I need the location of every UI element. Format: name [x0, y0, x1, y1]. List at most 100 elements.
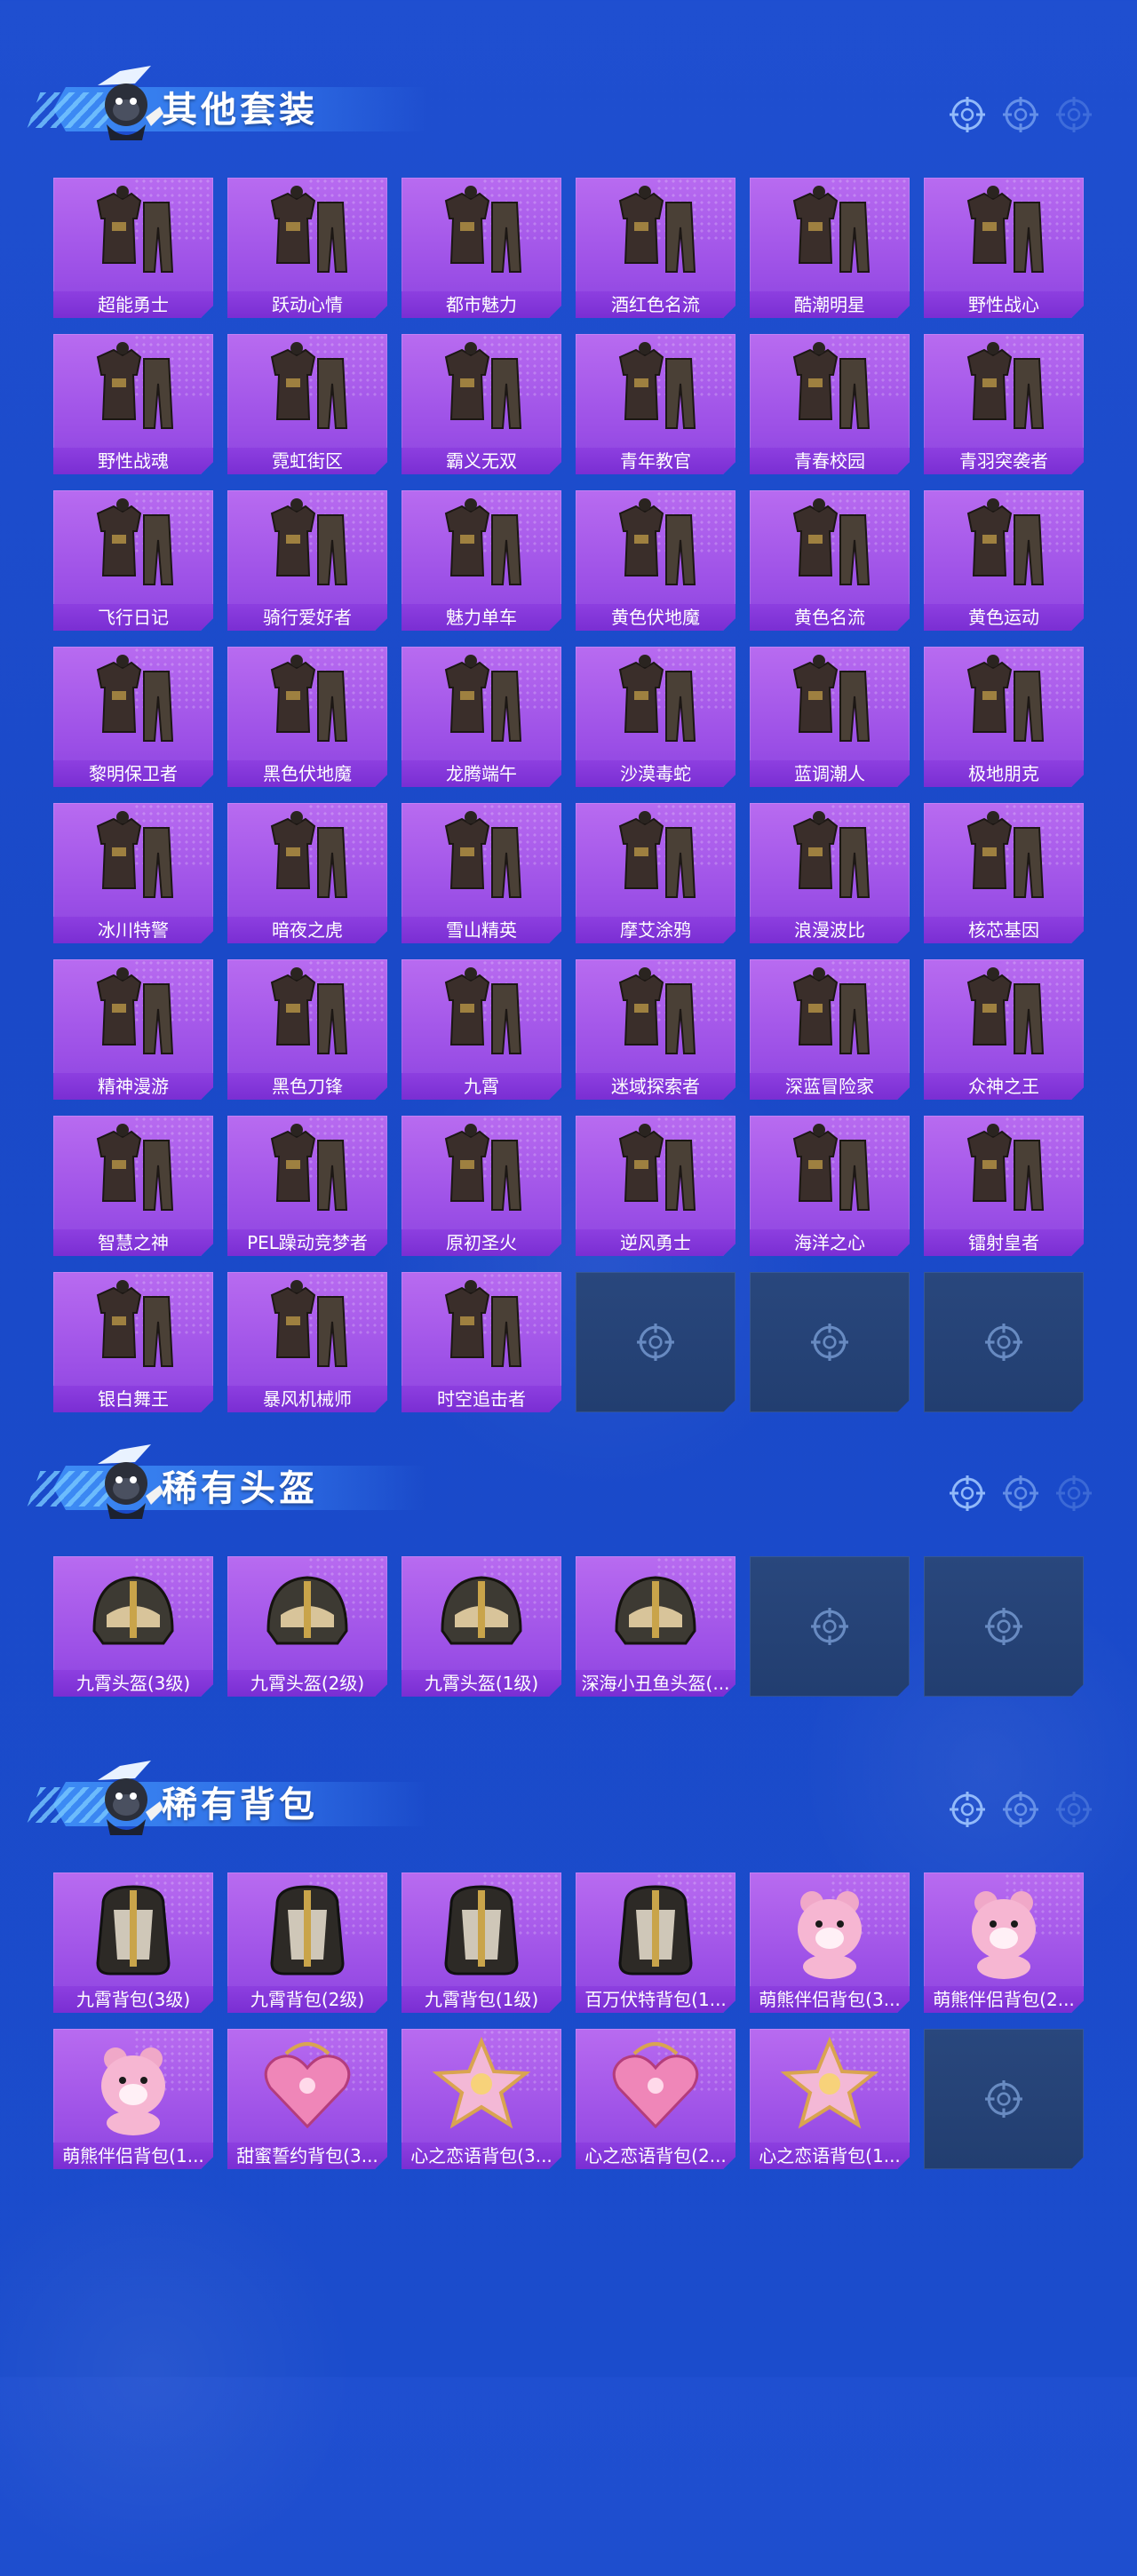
bear-backpack-icon	[71, 2034, 195, 2139]
item-card[interactable]: 甜蜜誓约背包(3...	[227, 2029, 387, 2169]
outfit-icon	[245, 1121, 370, 1226]
item-card[interactable]: 极地朋克	[924, 647, 1084, 787]
item-name: 众神之王	[924, 1073, 1084, 1100]
item-card[interactable]: 魅力单车	[402, 490, 561, 631]
item-card[interactable]: 心之恋语背包(2...	[576, 2029, 735, 2169]
item-card[interactable]: 黎明保卫者	[53, 647, 213, 787]
item-card[interactable]: 银白舞王	[53, 1272, 213, 1412]
item-card[interactable]: 九霄背包(1级)	[402, 1872, 561, 2013]
outfit-icon	[767, 496, 892, 600]
crosshair-decoration	[949, 1475, 1093, 1512]
item-card[interactable]: 九霄	[402, 959, 561, 1100]
outfit-icon	[71, 496, 195, 600]
item-card[interactable]: 霸义无双	[402, 334, 561, 474]
item-card[interactable]: 沙漠毒蛇	[576, 647, 735, 787]
item-card[interactable]: 黄色伏地魔	[576, 490, 735, 631]
item-card[interactable]: PEL躁动竞梦者	[227, 1116, 387, 1256]
item-card[interactable]: 冰川特警	[53, 803, 213, 943]
outfit-icon	[942, 808, 1066, 913]
outfit-icon	[419, 1121, 544, 1226]
item-card[interactable]: 霓虹街区	[227, 334, 387, 474]
item-card[interactable]: 黄色运动	[924, 490, 1084, 631]
item-card[interactable]: 青年教官	[576, 334, 735, 474]
item-name: 野性战心	[924, 291, 1084, 318]
item-card[interactable]: 跃动心情	[227, 178, 387, 318]
item-card[interactable]: 蓝调潮人	[750, 647, 910, 787]
item-card[interactable]: 青羽突袭者	[924, 334, 1084, 474]
outfit-icon	[419, 339, 544, 444]
item-card[interactable]: 都市魅力	[402, 178, 561, 318]
heart-backpack-icon	[593, 2034, 718, 2139]
item-card[interactable]: 黑色伏地魔	[227, 647, 387, 787]
item-name: 萌熊伴侣背包(3...	[750, 1986, 910, 2013]
item-name: 跃动心情	[227, 291, 387, 318]
empty-slot-crosshair-icon	[984, 1607, 1023, 1646]
item-name: 极地朋克	[924, 760, 1084, 787]
item-card[interactable]: 海洋之心	[750, 1116, 910, 1256]
item-card[interactable]: 黄色名流	[750, 490, 910, 631]
empty-slot-crosshair-icon	[636, 1323, 675, 1362]
item-card[interactable]: 心之恋语背包(1...	[750, 2029, 910, 2169]
item-card[interactable]: 青春校园	[750, 334, 910, 474]
item-card[interactable]: 时空追击者	[402, 1272, 561, 1412]
star-backpack-icon	[419, 2034, 544, 2139]
item-card[interactable]: 心之恋语背包(3...	[402, 2029, 561, 2169]
item-card[interactable]: 雪山精英	[402, 803, 561, 943]
item-name: 迷域探索者	[576, 1073, 735, 1100]
item-card[interactable]: 骑行爱好者	[227, 490, 387, 631]
item-card[interactable]: 镭射皇者	[924, 1116, 1084, 1256]
background-glow	[373, 1030, 835, 1492]
item-card[interactable]: 九霄背包(2级)	[227, 1872, 387, 2013]
item-card[interactable]: 迷域探索者	[576, 959, 735, 1100]
item-card[interactable]: 百万伏特背包(1...	[576, 1872, 735, 2013]
item-card[interactable]: 龙腾端午	[402, 647, 561, 787]
item-card[interactable]: 九霄头盔(1级)	[402, 1556, 561, 1697]
mascot-icon	[98, 66, 163, 140]
item-name: 九霄头盔(2级)	[227, 1670, 387, 1697]
outfit-icon	[245, 1277, 370, 1382]
item-card[interactable]: 精神漫游	[53, 959, 213, 1100]
bear-backpack-icon	[942, 1878, 1066, 1983]
item-card[interactable]: 酒红色名流	[576, 178, 735, 318]
item-card[interactable]: 摩艾涂鸦	[576, 803, 735, 943]
item-name: 黄色运动	[924, 604, 1084, 631]
item-card[interactable]: 超能勇士	[53, 178, 213, 318]
item-name: 原初圣火	[402, 1229, 561, 1256]
item-name: 时空追击者	[402, 1386, 561, 1412]
item-card[interactable]: 浪漫波比	[750, 803, 910, 943]
outfit-icon	[942, 496, 1066, 600]
item-card[interactable]: 九霄背包(3级)	[53, 1872, 213, 2013]
empty-slot-crosshair-icon	[984, 2079, 1023, 2119]
item-card[interactable]: 原初圣火	[402, 1116, 561, 1256]
item-card[interactable]: 九霄头盔(3级)	[53, 1556, 213, 1697]
section-header: 其他套装	[27, 53, 1110, 151]
item-name: 青春校园	[750, 448, 910, 474]
item-name: 萌熊伴侣背包(1...	[53, 2143, 213, 2169]
item-card[interactable]: 酷潮明星	[750, 178, 910, 318]
item-card[interactable]: 野性战心	[924, 178, 1084, 318]
crosshair-decoration	[949, 1791, 1093, 1828]
item-card[interactable]: 黑色刀锋	[227, 959, 387, 1100]
item-card[interactable]: 萌熊伴侣背包(2...	[924, 1872, 1084, 2013]
crosshair-icon	[1056, 97, 1092, 132]
item-name: 飞行日记	[53, 604, 213, 631]
empty-slot-crosshair-icon	[810, 1323, 849, 1362]
item-card[interactable]: 深蓝冒险家	[750, 959, 910, 1100]
outfit-icon	[71, 965, 195, 1069]
outfit-icon	[593, 965, 718, 1069]
crosshair-icon	[1003, 1792, 1038, 1827]
item-card[interactable]: 萌熊伴侣背包(3...	[750, 1872, 910, 2013]
item-card[interactable]: 暴风机械师	[227, 1272, 387, 1412]
item-card[interactable]: 核芯基因	[924, 803, 1084, 943]
item-card[interactable]: 九霄头盔(2级)	[227, 1556, 387, 1697]
item-card[interactable]: 众神之王	[924, 959, 1084, 1100]
item-card[interactable]: 逆风勇士	[576, 1116, 735, 1256]
item-card[interactable]: 暗夜之虎	[227, 803, 387, 943]
item-card[interactable]: 飞行日记	[53, 490, 213, 631]
item-card[interactable]: 野性战魂	[53, 334, 213, 474]
item-name: 冰川特警	[53, 917, 213, 943]
heart-backpack-icon	[245, 2034, 370, 2139]
item-card[interactable]: 智慧之神	[53, 1116, 213, 1256]
item-card[interactable]: 深海小丑鱼头盔(...	[576, 1556, 735, 1697]
item-card[interactable]: 萌熊伴侣背包(1...	[53, 2029, 213, 2169]
